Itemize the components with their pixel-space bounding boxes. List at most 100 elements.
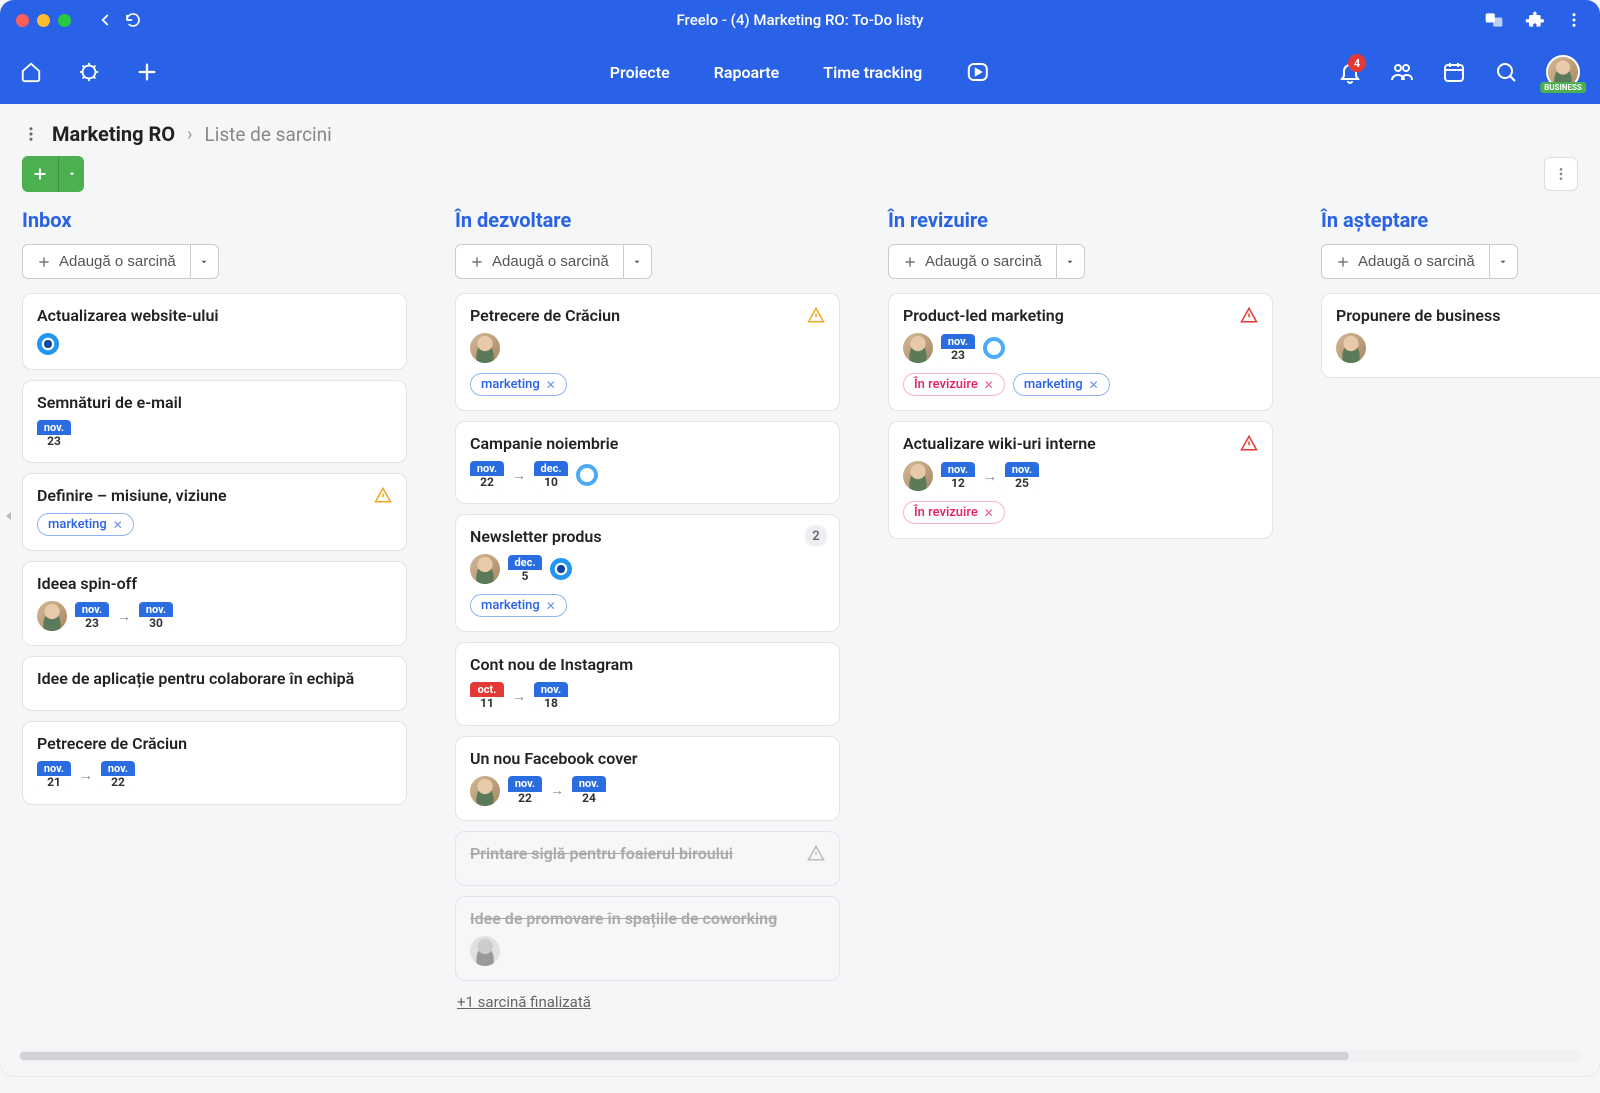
tag[interactable]: marketing✕: [37, 513, 134, 536]
reload-icon[interactable]: [123, 10, 143, 30]
arrow-right-icon: →: [512, 688, 526, 705]
nav-time-tracking[interactable]: Time tracking: [823, 63, 922, 82]
breadcrumb-menu-icon[interactable]: [22, 125, 40, 143]
warning-icon: [807, 844, 825, 862]
board-options-icon[interactable]: [1544, 157, 1578, 191]
user-avatar[interactable]: BUSINESS: [1546, 55, 1580, 89]
card-title: Product-led marketing: [903, 306, 1258, 325]
extension-icon[interactable]: [1524, 10, 1544, 30]
play-icon[interactable]: [966, 60, 990, 84]
task-card[interactable]: Petrecere de Crăciunmarketing✕: [455, 293, 840, 411]
close-window-icon[interactable]: [16, 14, 29, 27]
column-title[interactable]: Inbox: [22, 208, 407, 232]
search-icon[interactable]: [1494, 60, 1518, 84]
add-task-dropdown[interactable]: [1057, 244, 1085, 279]
collapse-sidebar-icon[interactable]: [2, 508, 16, 524]
task-card[interactable]: Cont nou de Instagramoct.11→nov.18: [455, 642, 840, 725]
notification-badge: 4: [1348, 54, 1366, 72]
warning-icon: [1240, 306, 1258, 324]
people-icon[interactable]: [1390, 60, 1414, 84]
breadcrumb-project[interactable]: Marketing RO: [52, 122, 175, 146]
assignee-avatar: [470, 554, 500, 584]
task-card[interactable]: Petrecere de Crăciun nov.21 → nov.22: [22, 721, 407, 804]
add-task-button[interactable]: Adaugă o sarcină: [888, 244, 1057, 279]
arrow-right-icon: →: [550, 782, 564, 799]
add-button-group: [22, 156, 84, 192]
nav-reports[interactable]: Rapoarte: [714, 63, 780, 82]
plus-icon[interactable]: [136, 61, 158, 83]
column: În revizuire Adaugă o sarcină Product-le…: [888, 208, 1273, 1038]
add-task-button[interactable]: Adaugă o sarcină: [22, 244, 191, 279]
calendar-icon[interactable]: [1442, 60, 1466, 84]
task-card[interactable]: Ideea spin-offnov.23→nov.30: [22, 561, 407, 646]
add-button[interactable]: [22, 156, 58, 192]
window-title: Freelo - (4) Marketing RO: To-Do listy: [676, 11, 923, 29]
more-icon[interactable]: [1564, 10, 1584, 30]
warning-icon: [1240, 434, 1258, 452]
task-card[interactable]: 2Newsletter produsdec.5marketing✕: [455, 514, 840, 632]
minimize-window-icon[interactable]: [37, 14, 50, 27]
card-title: Idee de aplicație pentru colaborare în e…: [37, 669, 392, 688]
arrow-right-icon: →: [512, 467, 526, 484]
date-pill: nov.23: [941, 334, 975, 362]
date-pill: nov.22: [101, 761, 135, 789]
task-card[interactable]: Campanie noiembrienov.22→dec.10: [455, 421, 840, 504]
titlebar: Freelo - (4) Marketing RO: To-Do listy: [0, 0, 1600, 40]
column-title[interactable]: În dezvoltare: [455, 208, 840, 232]
gear-icon[interactable]: [78, 61, 100, 83]
translate-icon[interactable]: [1484, 10, 1504, 30]
add-task-dropdown[interactable]: [191, 244, 219, 279]
remove-tag-icon[interactable]: ✕: [546, 599, 556, 613]
column-title[interactable]: În revizuire: [888, 208, 1273, 232]
card-title: Actualizarea website-ului: [37, 306, 392, 325]
add-task-dropdown[interactable]: [1490, 244, 1518, 279]
appbar: Proiecte Rapoarte Time tracking 4: [0, 40, 1600, 104]
add-dropdown[interactable]: [58, 156, 84, 192]
remove-tag-icon[interactable]: ✕: [984, 506, 994, 520]
task-card[interactable]: Definire – misiune, viziunemarketing✕: [22, 473, 407, 551]
task-card[interactable]: Actualizarea website-ului: [22, 293, 407, 370]
tag[interactable]: În revizuire✕: [903, 501, 1005, 524]
remove-tag-icon[interactable]: ✕: [984, 378, 994, 392]
add-task-label: Adaugă o sarcină: [925, 253, 1042, 270]
tag[interactable]: În revizuire✕: [903, 373, 1005, 396]
add-task-button[interactable]: Adaugă o sarcină: [455, 244, 624, 279]
assignee-avatar: [470, 333, 500, 363]
date-pill: nov.21: [37, 761, 71, 789]
completed-tasks-link[interactable]: +1 sarcină finalizată: [455, 989, 840, 1015]
task-card[interactable]: Semnături de e-mailnov.23: [22, 380, 407, 463]
date-pill: nov.18: [534, 682, 568, 710]
task-card[interactable]: Un nou Facebook covernov.22→nov.24: [455, 736, 840, 821]
tag[interactable]: marketing✕: [470, 373, 567, 396]
assignee-avatar: [470, 776, 500, 806]
tag[interactable]: marketing✕: [470, 594, 567, 617]
task-card[interactable]: Idee de promovare în spațiile de coworki…: [455, 896, 840, 981]
bell-icon[interactable]: 4: [1338, 60, 1362, 84]
arrow-right-icon: →: [79, 767, 93, 784]
column-title[interactable]: În așteptare: [1321, 208, 1600, 232]
assignee-avatar: [903, 333, 933, 363]
task-card[interactable]: Idee de aplicație pentru colaborare în e…: [22, 656, 407, 711]
back-icon[interactable]: [95, 10, 115, 30]
remove-tag-icon[interactable]: ✕: [546, 378, 556, 392]
card-title: Un nou Facebook cover: [470, 749, 825, 768]
add-task-dropdown[interactable]: [624, 244, 652, 279]
remove-tag-icon[interactable]: ✕: [113, 518, 123, 532]
task-card[interactable]: Printare siglă pentru foaierul biroului: [455, 831, 840, 886]
remove-tag-icon[interactable]: ✕: [1089, 378, 1099, 392]
maximize-window-icon[interactable]: [58, 14, 71, 27]
add-task-button[interactable]: Adaugă o sarcină: [1321, 244, 1490, 279]
date-pill: nov.25: [1005, 462, 1039, 490]
assignee-avatar: [37, 601, 67, 631]
date-pill: oct.11: [470, 682, 504, 710]
tag[interactable]: marketing✕: [1013, 373, 1110, 396]
task-card[interactable]: Propunere de business: [1321, 293, 1600, 378]
home-icon[interactable]: [20, 61, 42, 83]
task-card[interactable]: Actualizare wiki-uri internenov.12→nov.2…: [888, 421, 1273, 539]
horizontal-scrollbar[interactable]: [18, 1050, 1582, 1062]
card-title: Petrecere de Crăciun: [37, 734, 392, 753]
nav-projects[interactable]: Proiecte: [610, 63, 670, 82]
plan-badge: BUSINESS: [1540, 82, 1586, 93]
arrow-right-icon: →: [117, 608, 131, 625]
task-card[interactable]: Product-led marketing nov.23 În revizuire✕…: [888, 293, 1273, 411]
